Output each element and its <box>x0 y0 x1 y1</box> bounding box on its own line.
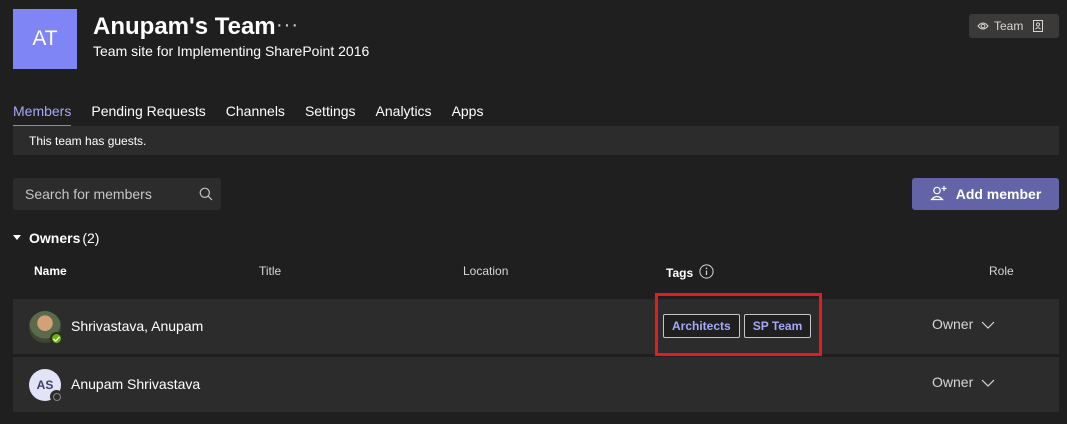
role-dropdown[interactable]: Owner <box>932 374 995 390</box>
column-header-tags-label: Tags <box>666 266 694 280</box>
column-header-name[interactable]: Name <box>34 264 67 278</box>
presence-offline-icon <box>50 390 63 403</box>
search-input[interactable] <box>25 186 185 202</box>
tab-analytics[interactable]: Analytics <box>376 103 432 125</box>
owners-group-header[interactable]: Owners (2) <box>13 230 99 246</box>
search-icon[interactable] <box>199 187 213 201</box>
tab-apps[interactable]: Apps <box>452 103 484 125</box>
ellipsis-icon[interactable]: ··· <box>276 14 299 37</box>
avatar[interactable]: AS <box>29 369 63 403</box>
tab-settings[interactable]: Settings <box>305 103 356 125</box>
caret-down-icon[interactable] <box>13 235 21 241</box>
info-icon[interactable] <box>699 264 714 282</box>
role-value: Owner <box>932 374 974 390</box>
tab-channels[interactable]: Channels <box>226 103 285 125</box>
tab-members[interactable]: Members <box>13 103 72 128</box>
add-member-label: Add member <box>955 186 1042 202</box>
tab-pending-requests[interactable]: Pending Requests <box>91 103 205 125</box>
column-header-title[interactable]: Title <box>259 264 281 278</box>
team-description: Team site for Implementing SharePoint 20… <box>93 43 370 59</box>
guest-banner-text: This team has guests. <box>29 133 147 148</box>
member-name[interactable]: Shrivastava, Anupam <box>71 318 203 334</box>
team-name: Anupam's Team <box>93 13 276 40</box>
add-person-icon <box>929 185 948 204</box>
column-header-tags[interactable]: Tags <box>666 264 714 282</box>
group-title: Owners <box>29 230 81 246</box>
chevron-down-icon <box>981 316 995 332</box>
role-value: Owner <box>932 316 974 332</box>
group-count: (2) <box>82 230 100 246</box>
chevron-down-icon <box>981 374 995 390</box>
role-dropdown[interactable]: Owner <box>932 316 995 332</box>
guest-banner: This team has guests. <box>13 126 1059 155</box>
member-row[interactable]: AS Anupam Shrivastava Owner <box>13 357 1059 412</box>
column-header-location[interactable]: Location <box>463 264 508 278</box>
column-header-role[interactable]: Role <box>989 264 1014 278</box>
eye-icon <box>977 21 989 31</box>
member-search[interactable] <box>13 178 221 210</box>
add-member-button[interactable]: Add member <box>912 178 1059 210</box>
member-row[interactable]: Shrivastava, Anupam Architects SP Team O… <box>13 299 1059 354</box>
member-name[interactable]: Anupam Shrivastava <box>71 376 200 392</box>
team-visibility-badge[interactable]: Team <box>969 14 1059 38</box>
org-chart-icon <box>1033 20 1044 32</box>
tags-highlight-box <box>655 293 822 356</box>
team-badge-label: Team <box>994 19 1024 33</box>
tab-bar: Members Pending Requests Channels Settin… <box>13 103 484 128</box>
avatar-initials: AS <box>36 378 54 392</box>
team-avatar: AT <box>13 9 77 69</box>
presence-available-icon <box>50 332 63 345</box>
avatar[interactable] <box>29 311 63 345</box>
